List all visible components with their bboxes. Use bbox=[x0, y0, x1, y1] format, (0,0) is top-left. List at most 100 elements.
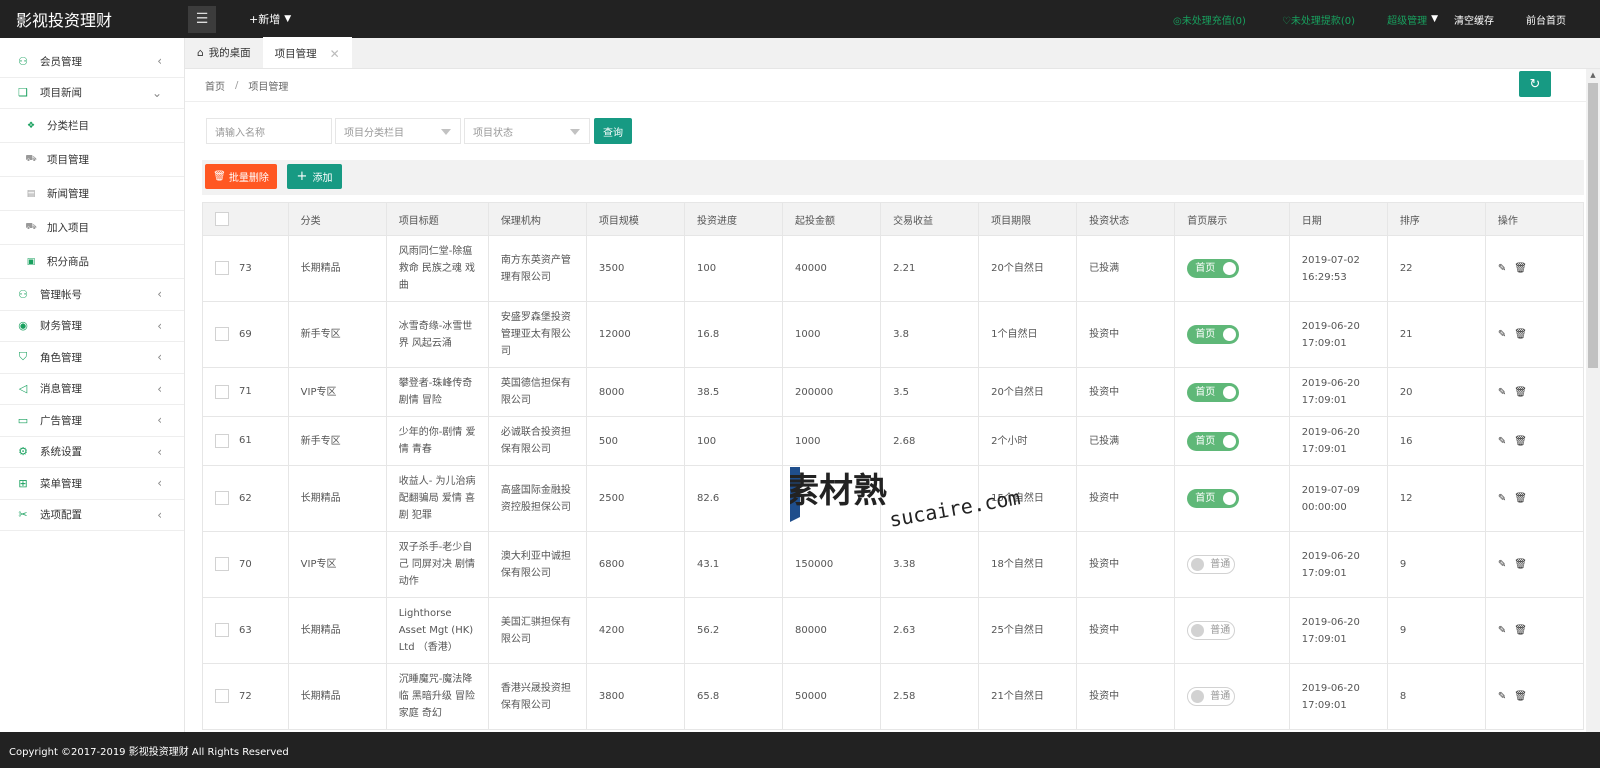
table-row[interactable]: 72 长期精品 沉睡魔咒-魔法降临 黑暗升级 冒险 家庭 奇幻 香港兴晟投资担保有限公… bbox=[202, 663, 1585, 730]
row-checkbox[interactable] bbox=[215, 261, 229, 276]
cell-progress: 43.1 bbox=[683, 531, 784, 598]
query-button[interactable]: 查询 bbox=[594, 118, 632, 144]
new-dropdown[interactable]: +新增 ▼ bbox=[249, 11, 291, 27]
breadcrumb-home[interactable]: 首页 bbox=[205, 78, 225, 93]
category-select-label: 项目分类栏目 bbox=[344, 127, 404, 139]
row-checkbox[interactable] bbox=[215, 327, 229, 342]
home-display-switch[interactable]: 普通 bbox=[1187, 621, 1236, 640]
edit-icon[interactable]: ✎ bbox=[1498, 436, 1506, 447]
sidebar-subitem-category[interactable]: ❖ 分类栏目 bbox=[0, 109, 184, 143]
cell-status: 投资中 bbox=[1076, 597, 1176, 664]
sidebar-item-menus[interactable]: ⊞ 菜单管理 ‹ bbox=[0, 468, 184, 500]
trash-icon[interactable]: 🗑 bbox=[1514, 625, 1527, 636]
trash-icon[interactable]: 🗑 bbox=[1514, 329, 1527, 340]
sidebar-subitem-projects[interactable]: ⛟ 项目管理 bbox=[0, 143, 184, 177]
sidebar-item-members[interactable]: ⚇ 会员管理 ‹ bbox=[0, 46, 184, 78]
edit-icon[interactable]: ✎ bbox=[1498, 329, 1506, 340]
home-display-switch[interactable]: 首页 bbox=[1187, 259, 1240, 278]
pending-recharge-link[interactable]: ◎未处理充值(0) bbox=[1173, 12, 1246, 27]
sidebar-item-project-news[interactable]: ❑ 项目新闻 ⌄ bbox=[0, 78, 184, 109]
footer: Copyright ©2017-2019 影视投资理财 All Rights R… bbox=[0, 732, 1600, 768]
edit-icon[interactable]: ✎ bbox=[1498, 493, 1506, 504]
category-select[interactable]: 项目分类栏目 bbox=[335, 118, 461, 144]
status-select[interactable]: 项目状态 bbox=[464, 118, 590, 144]
cell-home-display: 首页 bbox=[1174, 367, 1290, 417]
sidebar-subitem-news[interactable]: ▤ 新闻管理 bbox=[0, 177, 184, 211]
cell-term: 21个自然日 bbox=[978, 663, 1078, 730]
row-checkbox[interactable] bbox=[215, 689, 229, 704]
cell-status: 投资中 bbox=[1076, 301, 1176, 368]
cell-scale: 500 bbox=[585, 416, 685, 466]
users-icon: ⚇ bbox=[18, 287, 28, 301]
frontend-home-link[interactable]: 前台首页 bbox=[1526, 12, 1566, 27]
cell-select: 71 bbox=[202, 367, 289, 417]
caret-down-icon[interactable]: ▼ bbox=[1431, 14, 1438, 24]
cell-actions: ✎ 🗑 bbox=[1484, 416, 1585, 466]
user-icon: ⚇ bbox=[18, 54, 28, 68]
clear-cache-link[interactable]: 清空缓存 bbox=[1454, 12, 1494, 27]
scrollbar[interactable]: ▲ bbox=[1586, 69, 1600, 732]
status-select-label: 项目状态 bbox=[473, 127, 513, 139]
sidebar-item-ads[interactable]: ▭ 广告管理 ‹ bbox=[0, 405, 184, 437]
tab-desktop[interactable]: ⌂ 我的桌面 bbox=[185, 37, 263, 68]
batch-delete-label: 批量删除 bbox=[228, 173, 269, 184]
row-checkbox[interactable] bbox=[215, 557, 229, 572]
sidebar-item-roles[interactable]: ⛉ 角色管理 ‹ bbox=[0, 342, 184, 374]
edit-icon[interactable]: ✎ bbox=[1498, 559, 1506, 570]
sidebar-item-messages[interactable]: ◁ 消息管理 ‹ bbox=[0, 374, 184, 405]
table-row[interactable]: 69 新手专区 冰雪奇缘-冰雪世界 风起云涌 安盛罗森堡投资管理亚太有限公司 12000… bbox=[202, 301, 1585, 368]
edit-icon[interactable]: ✎ bbox=[1498, 263, 1506, 274]
admin-menu[interactable]: 超级管理 bbox=[1387, 12, 1427, 27]
add-button[interactable]: + 添加 bbox=[287, 164, 342, 189]
table-row[interactable]: 71 VIP专区 攀登者-珠峰传奇 剧情 冒险 英国德信担保有限公司 8000 38.5 2… bbox=[202, 367, 1585, 417]
row-checkbox[interactable] bbox=[215, 491, 229, 506]
trash-icon[interactable]: 🗑 bbox=[1514, 436, 1527, 447]
trash-icon[interactable]: 🗑 bbox=[1514, 691, 1527, 702]
switch-label: 首页 bbox=[1195, 329, 1216, 340]
edit-icon[interactable]: ✎ bbox=[1498, 691, 1506, 702]
cell-select: 69 bbox=[202, 301, 289, 368]
sidebar-subitem-points-goods[interactable]: ▣ 积分商品 bbox=[0, 245, 184, 279]
row-checkbox[interactable] bbox=[215, 623, 229, 638]
sidebar-item-accounts[interactable]: ⚇ 管理帐号 ‹ bbox=[0, 279, 184, 311]
scrollbar-thumb[interactable] bbox=[1588, 83, 1598, 368]
close-icon[interactable]: ✕ bbox=[330, 47, 340, 61]
sidebar-subitem-join[interactable]: ⛟ 加入项目 bbox=[0, 211, 184, 245]
sidebar-item-settings[interactable]: ⚙ 系统设置 ‹ bbox=[0, 437, 184, 468]
trash-icon[interactable]: 🗑 bbox=[1514, 559, 1527, 570]
trash-icon[interactable]: 🗑 bbox=[1514, 493, 1527, 504]
home-display-switch[interactable]: 首页 bbox=[1187, 489, 1240, 508]
edit-icon[interactable]: ✎ bbox=[1498, 387, 1506, 398]
money-icon: ◉ bbox=[18, 319, 28, 333]
batch-delete-button[interactable]: 🗑 批量删除 bbox=[205, 164, 277, 189]
home-display-switch[interactable]: 普通 bbox=[1187, 555, 1236, 574]
cell-min-amount: 40000 bbox=[782, 235, 882, 302]
tab-project-management[interactable]: 项目管理 ✕ bbox=[262, 37, 352, 68]
sidebar-item-finance[interactable]: ◉ 财务管理 ‹ bbox=[0, 311, 184, 342]
table-row[interactable]: 61 新手专区 少年的你-剧情 爱情 青春 必诚联合投资担保有限公司 500 100 100… bbox=[202, 416, 1585, 466]
home-display-switch[interactable]: 首页 bbox=[1187, 431, 1240, 451]
column-header: 投资进度 bbox=[683, 202, 784, 236]
select-all-checkbox[interactable] bbox=[215, 212, 229, 226]
home-display-switch[interactable]: 首页 bbox=[1187, 325, 1240, 344]
row-checkbox[interactable] bbox=[215, 433, 229, 448]
refresh-button[interactable]: ↻ bbox=[1519, 71, 1551, 97]
home-display-switch[interactable]: 首页 bbox=[1187, 382, 1240, 402]
edit-icon[interactable]: ✎ bbox=[1498, 625, 1506, 636]
table-row[interactable]: 70 VIP专区 双子杀手-老少自己 同屏对决 剧情 动作 澳大利亚中诚担保有限公司 6… bbox=[202, 531, 1585, 598]
table-row[interactable]: 73 长期精品 风雨同仁堂-除瘟救命 民族之魂 戏曲 南方东英资产管理有限公司 3500… bbox=[202, 235, 1585, 302]
home-display-switch[interactable]: 普通 bbox=[1187, 687, 1236, 706]
row-checkbox[interactable] bbox=[215, 384, 229, 399]
trash-icon[interactable]: 🗑 bbox=[1514, 387, 1527, 398]
sidebar-item-options[interactable]: ✂ 选项配置 ‹ bbox=[0, 500, 184, 531]
table-row[interactable]: 63 长期精品 Lighthorse Asset Mgt (HK) Ltd （香港）… bbox=[202, 597, 1585, 664]
table-row[interactable]: 62 长期精品 收益人- 为儿治病 配翻骗局 爱情 喜剧 犯罪 高盛国际金融投资控股担… bbox=[202, 465, 1585, 532]
trash-icon[interactable]: 🗑 bbox=[1514, 263, 1527, 274]
pending-withdraw-link[interactable]: ♡未处理提款(0) bbox=[1282, 12, 1355, 27]
menu-toggle-button[interactable]: ☰ bbox=[188, 5, 216, 33]
sidebar-subitem-label: 项目管理 bbox=[47, 154, 89, 166]
scroll-up-arrow-icon[interactable]: ▲ bbox=[1586, 69, 1600, 81]
header-select-all[interactable] bbox=[202, 202, 289, 236]
cell-id: 71 bbox=[239, 386, 252, 398]
name-search-input[interactable]: 请输入名称 bbox=[206, 118, 332, 144]
